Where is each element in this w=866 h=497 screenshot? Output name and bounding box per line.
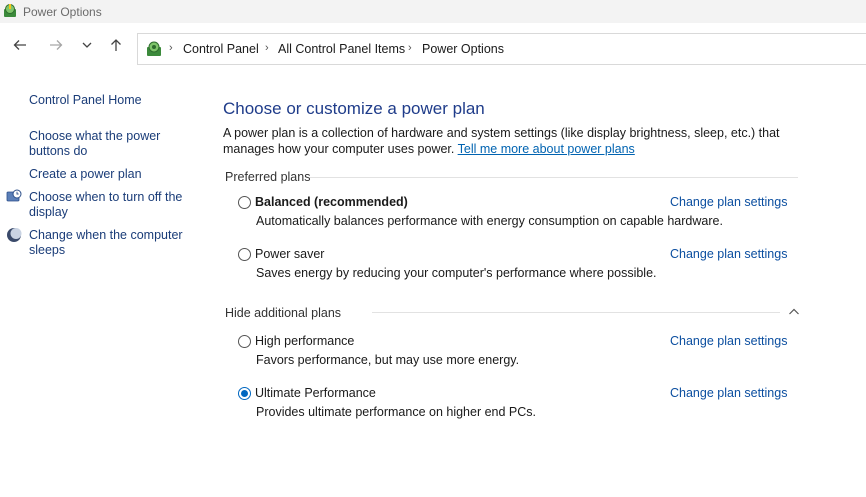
breadcrumb-separator-icon: › bbox=[265, 42, 269, 54]
breadcrumb-all-items[interactable]: All Control Panel Items bbox=[278, 42, 405, 56]
navigation-bar: › Control Panel › All Control Panel Item… bbox=[0, 23, 866, 69]
power-options-icon bbox=[4, 4, 16, 17]
plan-name-high-performance[interactable]: High performance bbox=[255, 334, 354, 348]
sidebar-item-label: Create a power plan bbox=[29, 167, 142, 181]
control-panel-icon bbox=[147, 41, 161, 56]
radio-ultimate-performance[interactable] bbox=[238, 387, 251, 400]
change-plan-settings-ultimate-performance[interactable]: Change plan settings bbox=[670, 386, 787, 400]
sidebar-item-label: sleeps bbox=[29, 243, 66, 257]
change-plan-settings-high-performance[interactable]: Change plan settings bbox=[670, 334, 787, 348]
display-timer-icon bbox=[6, 189, 22, 202]
address-bar[interactable]: › Control Panel › All Control Panel Item… bbox=[137, 33, 866, 65]
plan-name-power-saver[interactable]: Power saver bbox=[255, 247, 324, 261]
section-divider bbox=[372, 312, 780, 313]
hide-additional-plans-header[interactable]: Hide additional plans bbox=[225, 306, 341, 320]
back-arrow-icon[interactable] bbox=[12, 37, 28, 55]
plan-desc-power-saver: Saves energy by reducing your computer's… bbox=[256, 266, 657, 280]
sidebar-item-sleep[interactable]: Change when the computer sleeps bbox=[29, 228, 189, 258]
breadcrumb-separator-icon: › bbox=[169, 42, 173, 54]
page-title: Choose or customize a power plan bbox=[223, 99, 485, 118]
window-title: Power Options bbox=[23, 5, 102, 19]
chevron-up-icon[interactable] bbox=[787, 305, 801, 319]
learn-more-link[interactable]: Tell me more about power plans bbox=[458, 142, 635, 156]
radio-power-saver[interactable] bbox=[238, 248, 251, 261]
up-arrow-icon[interactable] bbox=[108, 37, 124, 55]
section-divider bbox=[310, 177, 798, 178]
sidebar-item-label: buttons do bbox=[29, 144, 88, 158]
plan-desc-high-performance: Favors performance, but may use more ene… bbox=[256, 353, 520, 367]
sidebar-item-label: Choose what the power bbox=[29, 129, 161, 143]
sleep-moon-icon bbox=[7, 228, 22, 242]
change-plan-settings-balanced[interactable]: Change plan settings bbox=[670, 195, 787, 209]
sidebar-control-panel-home[interactable]: Control Panel Home bbox=[29, 93, 189, 108]
sidebar-item-create-plan[interactable]: Create a power plan bbox=[29, 167, 189, 182]
radio-high-performance[interactable] bbox=[238, 335, 251, 348]
sidebar-item-label: Change when the computer bbox=[29, 228, 183, 242]
breadcrumb-separator-icon: › bbox=[408, 42, 412, 54]
change-plan-settings-power-saver[interactable]: Change plan settings bbox=[670, 247, 787, 261]
title-bar: Power Options bbox=[0, 0, 866, 23]
preferred-plans-header: Preferred plans bbox=[225, 170, 311, 184]
forward-arrow-icon[interactable] bbox=[48, 37, 64, 55]
plan-name-ultimate-performance[interactable]: Ultimate Performance bbox=[255, 386, 376, 400]
chevron-down-icon[interactable] bbox=[79, 37, 95, 55]
radio-balanced[interactable] bbox=[238, 196, 251, 209]
page-description: A power plan is a collection of hardware… bbox=[223, 126, 813, 157]
sidebar-item-power-buttons[interactable]: Choose what the power buttons do bbox=[29, 129, 189, 159]
sidebar-item-label: Choose when to turn off the bbox=[29, 190, 183, 204]
breadcrumb-power-options[interactable]: Power Options bbox=[422, 42, 504, 56]
plan-desc-ultimate-performance: Provides ultimate performance on higher … bbox=[256, 405, 537, 419]
sidebar-item-display-off[interactable]: Choose when to turn off the display bbox=[29, 190, 189, 220]
sidebar-item-label: display bbox=[29, 205, 68, 219]
plan-desc-balanced: Automatically balances performance with … bbox=[256, 214, 723, 228]
breadcrumb-control-panel[interactable]: Control Panel bbox=[183, 42, 259, 56]
plan-name-balanced[interactable]: Balanced (recommended) bbox=[255, 195, 408, 209]
